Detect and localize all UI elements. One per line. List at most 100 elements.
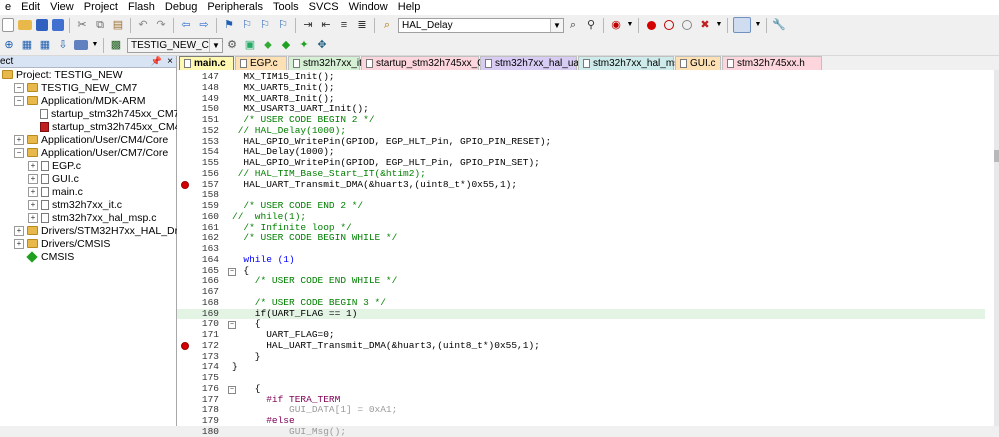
editor-tab[interactable]: stm32h7xx_hal_msp.c: [578, 56, 693, 70]
insert-breakpoint-icon[interactable]: [644, 18, 658, 32]
batch-build-icon[interactable]: ▩: [109, 38, 123, 52]
load-icon[interactable]: [74, 40, 88, 50]
open-folder-icon[interactable]: [18, 20, 32, 30]
redo-icon[interactable]: ↷: [154, 18, 168, 32]
configure-wrench-icon[interactable]: 🔧: [772, 18, 786, 32]
pack-installer-icon[interactable]: ✦: [297, 38, 311, 52]
breakpoint-icon[interactable]: [181, 180, 189, 189]
uncomment-icon[interactable]: ≣: [355, 18, 369, 32]
expand-icon[interactable]: +: [28, 160, 38, 171]
enable-breakpoint-icon[interactable]: [662, 18, 676, 32]
tree-item[interactable]: + main.c: [28, 185, 83, 198]
navigate-back-icon[interactable]: ⇦: [179, 18, 193, 32]
menu-item[interactable]: Flash: [123, 0, 160, 15]
expand-icon[interactable]: +: [14, 134, 24, 145]
undo-icon[interactable]: ↶: [136, 18, 150, 32]
menu-item[interactable]: Help: [393, 0, 426, 15]
file-extensions-icon[interactable]: ▣: [243, 38, 257, 52]
find-combo[interactable]: HAL_Delay ▼: [398, 17, 564, 33]
chevron-down-icon[interactable]: ▼: [716, 18, 723, 32]
bookmark-icon[interactable]: ⚑: [222, 18, 236, 32]
manage-components-icon[interactable]: ⬥: [261, 38, 275, 52]
navigate-forward-icon[interactable]: ⇨: [197, 18, 211, 32]
editor-tab[interactable]: stm32h7xx_it.c: [288, 56, 370, 70]
incremental-find-icon[interactable]: ⚲: [584, 18, 598, 32]
code-editor[interactable]: 147 MX_TIM15_Init(); 148 MX_UART5_Init();…: [177, 70, 999, 436]
kill-breakpoints-icon[interactable]: ✖: [698, 18, 712, 32]
menu-item[interactable]: Window: [344, 0, 393, 15]
copy-icon[interactable]: ⧉: [93, 18, 107, 32]
debug-session-icon[interactable]: ◉: [609, 18, 623, 32]
menu-item[interactable]: Tools: [268, 0, 304, 15]
menu-item[interactable]: SVCS: [304, 0, 344, 15]
comment-icon[interactable]: ≡: [337, 18, 351, 32]
expand-icon[interactable]: +: [28, 212, 38, 223]
tree-item[interactable]: + Application/User/CM4/Core: [14, 133, 168, 146]
editor-tab[interactable]: startup_stm32h745xx_CM7.s: [361, 56, 506, 70]
editor-tab[interactable]: stm32h7xx_hal_uart.c: [480, 56, 593, 70]
cut-icon[interactable]: ✂: [75, 18, 89, 32]
chevron-down-icon[interactable]: ▼: [209, 38, 222, 52]
run-time-environment-icon[interactable]: ◆: [279, 38, 293, 52]
expand-icon[interactable]: +: [14, 238, 24, 249]
rebuild-icon[interactable]: ▦: [38, 38, 52, 52]
chevron-down-icon[interactable]: ▼: [92, 38, 99, 52]
tree-item[interactable]: + stm32h7xx_it.c: [28, 198, 122, 211]
unindent-icon[interactable]: ⇤: [319, 18, 333, 32]
menu-item[interactable]: View: [45, 0, 79, 15]
expand-icon[interactable]: +: [14, 225, 24, 236]
tree-item[interactable]: + GUI.c: [28, 172, 79, 185]
tree-item[interactable]: Project: TESTIG_NEW: [2, 68, 123, 81]
menu-item[interactable]: Debug: [160, 0, 202, 15]
collapse-icon[interactable]: −: [14, 95, 24, 106]
save-all-icon[interactable]: [52, 19, 64, 31]
build-icon[interactable]: ▦: [20, 38, 34, 52]
menu-item[interactable]: Project: [79, 0, 123, 15]
new-file-icon[interactable]: [2, 18, 14, 32]
close-icon[interactable]: ×: [167, 56, 173, 67]
tree-item[interactable]: − TESTIG_NEW_CM7: [14, 81, 137, 94]
tree-item[interactable]: + EGP.c: [28, 159, 81, 172]
menu-item[interactable]: e: [0, 0, 16, 15]
target-combo[interactable]: TESTIG_NEW_CM7 ▼: [127, 37, 223, 53]
find-in-files-icon[interactable]: ⌕: [380, 18, 394, 32]
vertical-scrollbar[interactable]: [994, 70, 999, 426]
tree-item[interactable]: − Application/MDK-ARM: [14, 94, 145, 107]
pin-icon[interactable]: 📌: [151, 56, 162, 67]
indent-icon[interactable]: ⇥: [301, 18, 315, 32]
expand-icon[interactable]: +: [28, 173, 38, 184]
expand-icon[interactable]: +: [28, 186, 38, 197]
collapse-icon[interactable]: −: [14, 147, 24, 158]
target-options-icon[interactable]: ⚙: [225, 38, 239, 52]
menu-item[interactable]: Edit: [16, 0, 45, 15]
editor-tab[interactable]: main.c: [179, 56, 234, 70]
expand-icon[interactable]: +: [28, 199, 38, 210]
editor-tab[interactable]: stm32h745xx.h: [722, 56, 822, 70]
prev-bookmark-icon[interactable]: ⚐: [240, 18, 254, 32]
breakpoint-icon[interactable]: [181, 341, 189, 350]
paste-icon[interactable]: ▤: [111, 18, 125, 32]
tree-item[interactable]: + Drivers/CMSIS: [14, 237, 110, 250]
editor-tab[interactable]: EGP.c: [235, 56, 287, 70]
clear-bookmarks-icon[interactable]: ⚐: [276, 18, 290, 32]
chevron-down-icon[interactable]: ▼: [755, 18, 762, 32]
menu-item[interactable]: Peripherals: [202, 0, 268, 15]
tree-item[interactable]: startup_stm32h745xx_CM4.s: [28, 120, 189, 133]
tree-item[interactable]: CMSIS: [14, 250, 74, 263]
collapse-icon[interactable]: −: [14, 82, 24, 93]
next-bookmark-icon[interactable]: ⚐: [258, 18, 272, 32]
chevron-down-icon[interactable]: ▼: [550, 18, 563, 32]
editor-tab[interactable]: GUI.c: [675, 56, 721, 70]
select-packs-icon[interactable]: ✥: [315, 38, 329, 52]
tree-item[interactable]: startup_stm32h745xx_CM7.s: [28, 107, 188, 120]
translate-icon[interactable]: ⊕: [2, 38, 16, 52]
disable-breakpoints-icon[interactable]: [680, 18, 694, 32]
find-icon[interactable]: ⌕: [566, 18, 580, 32]
download-icon[interactable]: ⇩: [56, 38, 70, 52]
tree-item[interactable]: + stm32h7xx_hal_msp.c: [28, 211, 156, 224]
tree-item[interactable]: − Application/User/CM7/Core: [14, 146, 168, 159]
tree-item[interactable]: + Drivers/STM32H7xx_HAL_Driver: [14, 224, 195, 237]
scrollbar-thumb[interactable]: [994, 150, 999, 162]
save-icon[interactable]: [36, 19, 48, 31]
window-layout-icon[interactable]: [733, 17, 751, 33]
